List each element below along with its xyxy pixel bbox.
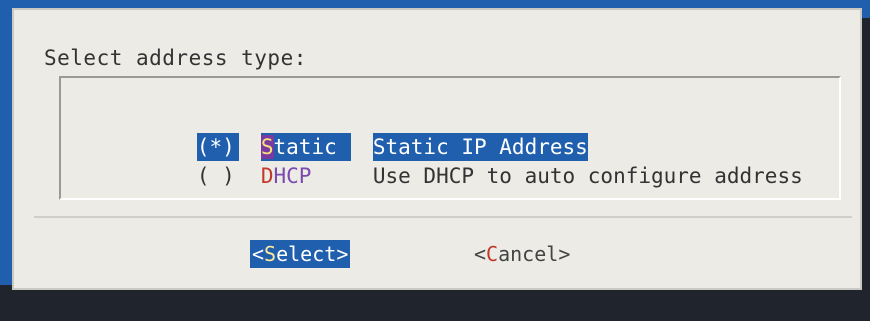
- button-label: elect: [276, 242, 337, 266]
- option-description-dhcp: Use DHCP to auto configure address: [372, 164, 803, 188]
- bracket-open: <: [474, 242, 487, 266]
- bracket-close: >: [558, 242, 571, 266]
- select-button[interactable]: <Select>: [250, 240, 351, 268]
- address-type-dialog: Select address type: (*) Static Static IP …: [12, 8, 862, 290]
- hotkey-letter: C: [486, 242, 499, 266]
- bracket-close: >: [336, 242, 349, 266]
- bracket-open: <: [252, 242, 265, 266]
- button-label: ancel: [498, 242, 559, 266]
- hotkey-letter: D: [260, 164, 274, 188]
- option-dhcp[interactable]: ( ) DHCP Use DHCP to auto configure addres…: [121, 134, 803, 188]
- dialog-title: Select address type:: [44, 46, 307, 70]
- dialog-shadow-right: [862, 18, 870, 304]
- address-type-radiolist: (*) Static Static IP Address ( ) DHCP Use DH…: [59, 76, 841, 200]
- option-tag-dhcp[interactable]: DHCP: [261, 162, 351, 190]
- dialog-shadow-bottom: [22, 290, 870, 304]
- button-area-divider: [34, 216, 852, 218]
- hotkey-letter: S: [264, 242, 277, 266]
- radio-indicator-dhcp[interactable]: ( ): [197, 162, 239, 190]
- option-tag-text: HCP: [273, 164, 312, 188]
- cancel-button[interactable]: <Cancel>: [472, 240, 572, 268]
- option-static[interactable]: (*) Static Static IP Address: [121, 105, 588, 161]
